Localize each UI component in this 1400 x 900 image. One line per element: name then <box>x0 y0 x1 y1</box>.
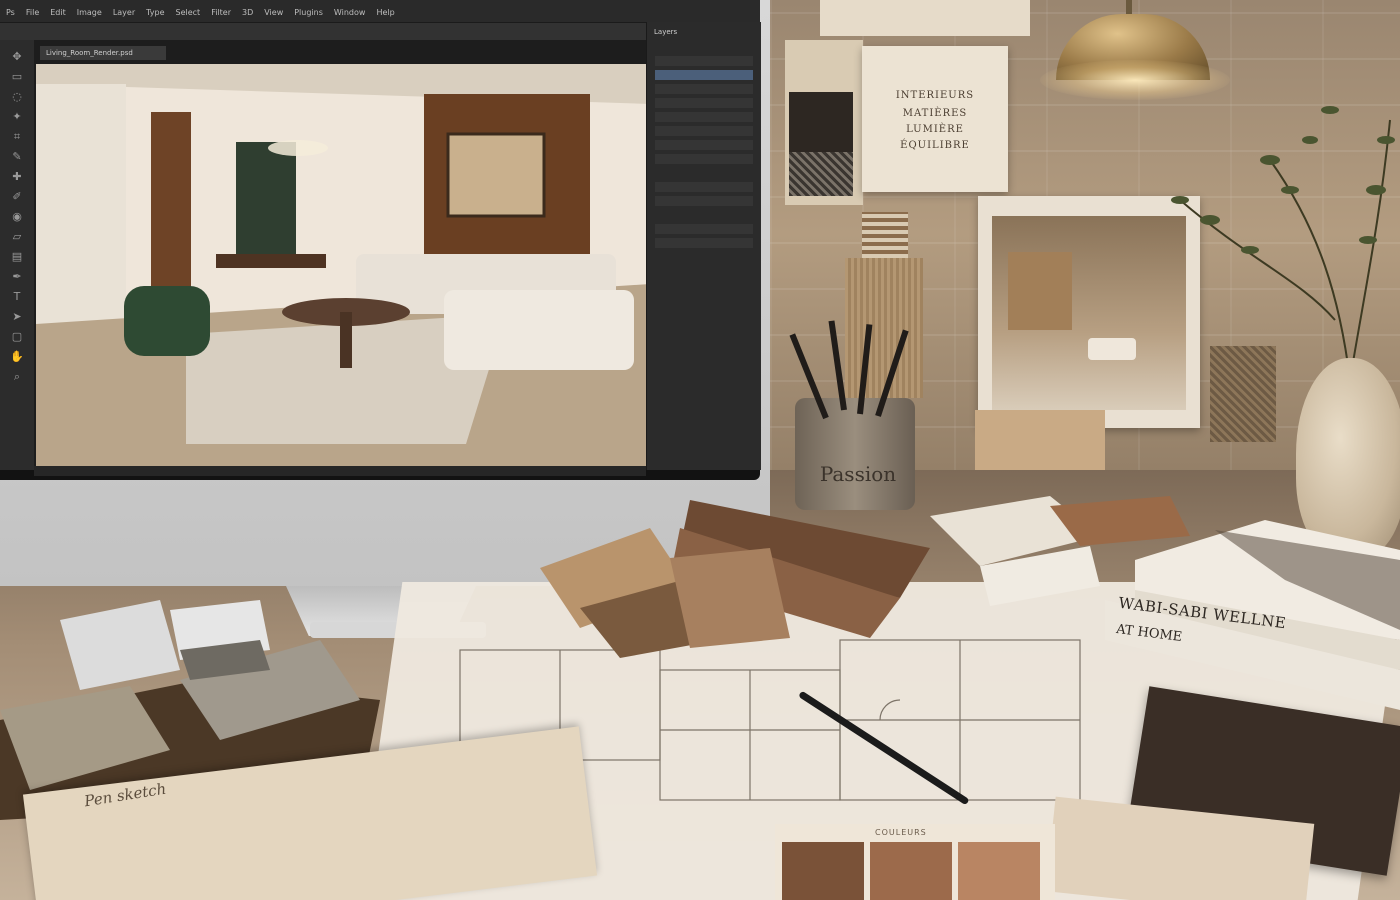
layer-row[interactable] <box>655 98 753 108</box>
gradient-tool-icon[interactable]: ▤ <box>10 250 24 264</box>
editor-toolbar: ✥ ▭ ◌ ✦ ⌗ ✎ ✚ ✐ ◉ ▱ ▤ ✒ T ➤ ▢ ✋ ⌕ <box>0 40 34 470</box>
menu-item[interactable]: Ps <box>6 8 15 17</box>
eyedropper-tool-icon[interactable]: ✎ <box>10 150 24 164</box>
linen-sample <box>845 258 923 398</box>
menu-item[interactable]: Help <box>376 8 394 17</box>
layer-row-selected[interactable] <box>655 70 753 80</box>
menu-item[interactable]: Window <box>334 8 366 17</box>
menu-item[interactable]: Type <box>146 8 164 17</box>
dark-fabric-swatch <box>789 92 853 152</box>
menu-item[interactable]: Edit <box>50 8 66 17</box>
pen-tool-icon[interactable]: ✒ <box>10 270 24 284</box>
cork-sample <box>1008 252 1072 330</box>
room-render-image <box>36 64 650 466</box>
layers-panel-title: Layers <box>654 28 678 36</box>
fabric-swatch-card <box>785 40 863 205</box>
type-tool-icon[interactable]: T <box>10 290 24 304</box>
menu-item[interactable]: Image <box>77 8 102 17</box>
menu-item[interactable]: File <box>26 8 39 17</box>
brush-tool-icon[interactable]: ✐ <box>10 190 24 204</box>
moodboard-title-card: INTERIEURS MATIÈRES LUMIÈRE ÉQUILIBRE <box>862 46 1008 192</box>
zoom-tool-icon[interactable]: ⌕ <box>10 370 24 384</box>
canvas-tab[interactable]: Living_Room_Render.psd <box>40 46 166 60</box>
color-chip <box>958 842 1040 900</box>
layer-row[interactable] <box>655 56 753 66</box>
menu-item[interactable]: Select <box>176 8 201 17</box>
menu-item[interactable]: Plugins <box>294 8 323 17</box>
moodboard-line-2: MATIÈRES <box>902 108 968 119</box>
scene: INTERIEURS MATIÈRES LUMIÈRE ÉQUILIBRE Pa… <box>0 0 1400 900</box>
color-palette-fan <box>540 500 930 658</box>
path-tool-icon[interactable]: ➤ <box>10 310 24 324</box>
woven-fabric-swatch <box>789 152 853 196</box>
stamp-tool-icon[interactable]: ◉ <box>10 210 24 224</box>
layer-row[interactable] <box>655 154 753 164</box>
editor-panels <box>646 22 761 470</box>
shape-tool-icon[interactable]: ▢ <box>10 330 24 344</box>
photo-sofa <box>1088 338 1136 360</box>
plant-icon <box>1171 106 1395 380</box>
layer-row[interactable] <box>655 238 753 248</box>
editor-status-bar <box>34 466 646 476</box>
layer-row[interactable] <box>655 84 753 94</box>
heal-tool-icon[interactable]: ✚ <box>10 170 24 184</box>
crop-tool-icon[interactable]: ⌗ <box>10 130 24 144</box>
striped-fabric-sample <box>862 212 908 262</box>
move-tool-icon[interactable]: ✥ <box>10 50 24 64</box>
moodboard-line-1: INTERIEURS <box>895 90 975 101</box>
wood-board <box>975 410 1105 470</box>
layer-row[interactable] <box>655 224 753 234</box>
swatch-card-label: COULEURS <box>875 828 927 837</box>
moodboard-card-top <box>820 0 1030 36</box>
menu-item[interactable]: 3D <box>242 8 253 17</box>
layer-row[interactable] <box>655 112 753 122</box>
eraser-tool-icon[interactable]: ▱ <box>10 230 24 244</box>
marquee-tool-icon[interactable]: ▭ <box>10 70 24 84</box>
hand-tool-icon[interactable]: ✋ <box>10 350 24 364</box>
menu-item[interactable]: Filter <box>211 8 231 17</box>
color-chip <box>782 842 864 900</box>
color-chip <box>870 842 952 900</box>
moodboard-line-3: LUMIÈRE <box>906 124 964 135</box>
menu-item[interactable]: View <box>264 8 283 17</box>
moodboard-line-4: ÉQUILIBRE <box>900 140 970 151</box>
menu-item[interactable]: Layer <box>113 8 135 17</box>
editor-menubar: Ps File Edit Image Layer Type Select Filter 3D Vi… <box>0 0 760 22</box>
layer-row[interactable] <box>655 140 753 150</box>
select-tool-icon[interactable]: ✦ <box>10 110 24 124</box>
layer-row[interactable] <box>655 126 753 136</box>
layer-row[interactable] <box>655 182 753 192</box>
pencil-cup-label: Passion <box>819 462 897 486</box>
lasso-tool-icon[interactable]: ◌ <box>10 90 24 104</box>
layer-row[interactable] <box>655 196 753 206</box>
